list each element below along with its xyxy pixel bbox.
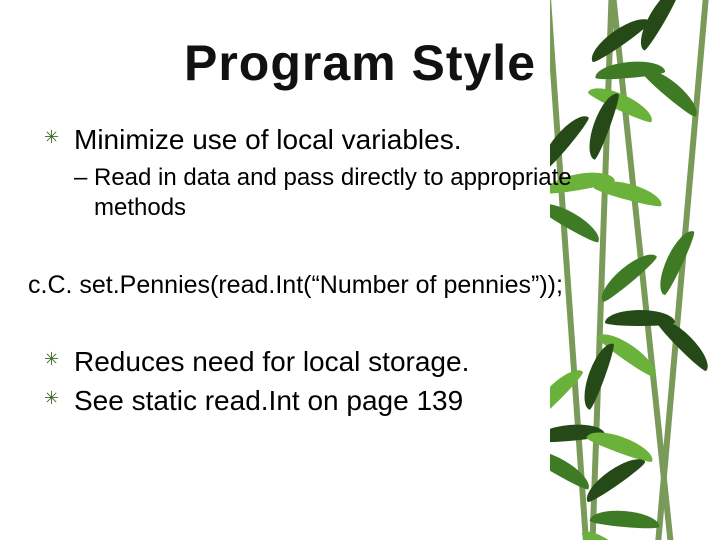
sub-bullet-item: Read in data and pass directly to approp… (74, 163, 580, 223)
bullet-item: Reduces need for local storage. (44, 344, 580, 379)
slide-content: Program Style Minimize use of local vari… (0, 0, 720, 540)
bullet-item: See static read.Int on page 139 (44, 383, 580, 418)
bullet-list-bottom: Reduces need for local storage. See stat… (0, 344, 720, 418)
bullet-list-top: Minimize use of local variables. Read in… (0, 122, 720, 223)
bullet-text: Minimize use of local variables. (74, 124, 462, 155)
sub-bullet-list: Read in data and pass directly to approp… (74, 163, 580, 223)
slide-title: Program Style (0, 0, 720, 92)
code-example: c.C. set.Pennies(read.Int(“Number of pen… (0, 271, 720, 300)
sub-bullet-text: Read in data and pass directly to approp… (94, 164, 572, 221)
bullet-item: Minimize use of local variables. Read in… (44, 122, 580, 223)
bullet-text: Reduces need for local storage. (74, 346, 469, 377)
bullet-text: See static read.Int on page 139 (74, 385, 463, 416)
